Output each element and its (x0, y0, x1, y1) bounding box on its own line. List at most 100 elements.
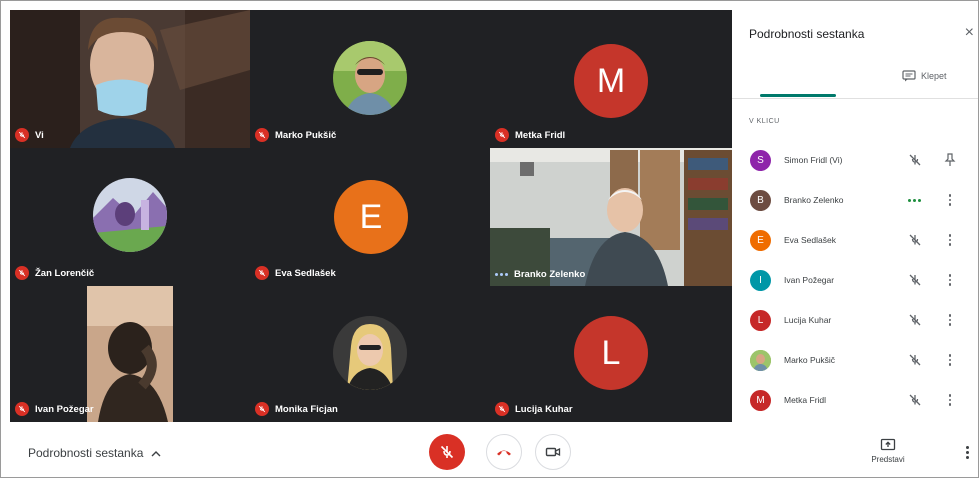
participant-name: Branko Zelenko (784, 195, 844, 205)
mic-off-icon[interactable] (908, 153, 922, 167)
branko-video-feed (490, 148, 732, 286)
participant-list: S Simon Fridl (Vi) B Branko Zelenko E Ev… (732, 140, 978, 420)
present-label: Predstavi (871, 455, 905, 464)
mic-off-icon (440, 445, 454, 459)
tile-label: Eva Sedlašek (255, 266, 336, 280)
camera-icon (545, 447, 561, 457)
participant-row[interactable]: B Branko Zelenko (732, 180, 978, 220)
tile-name: Branko Zelenko (514, 269, 586, 280)
avatar: L (574, 316, 648, 390)
mic-off-icon[interactable] (908, 353, 922, 367)
tile-monika[interactable]: Monika Ficjan (250, 286, 490, 422)
participant-row[interactable]: L Lucija Kuhar (732, 300, 978, 340)
participant-name: Simon Fridl (Vi) (784, 155, 843, 165)
tile-self[interactable]: Vi (10, 10, 250, 148)
avatar: M (574, 44, 648, 118)
more-options-icon[interactable] (946, 232, 954, 248)
participant-name: Eva Sedlašek (784, 235, 836, 245)
leave-call-button[interactable] (486, 434, 522, 470)
meeting-details-label: Podrobnosti sestanka (28, 446, 144, 460)
mic-off-icon (495, 402, 509, 416)
avatar (750, 349, 771, 371)
avatar: I (750, 269, 771, 291)
participant-row[interactable]: E Eva Sedlašek (732, 220, 978, 260)
present-screen-icon (880, 438, 896, 451)
avatar: B (750, 189, 771, 211)
tile-branko[interactable]: Branko Zelenko (490, 148, 732, 286)
tab-chat-label: Klepet (921, 71, 947, 81)
more-options-icon[interactable] (946, 192, 954, 208)
participant-row[interactable]: M Metka Fridl (732, 380, 978, 420)
more-options-icon[interactable] (946, 312, 954, 328)
mic-off-icon (495, 128, 509, 142)
participant-name: Ivan Požegar (784, 275, 835, 285)
speaking-indicator-icon (495, 273, 508, 276)
tile-lucija[interactable]: L Lucija Kuhar (490, 286, 732, 422)
participant-name: Lucija Kuhar (784, 315, 832, 325)
mic-off-icon[interactable] (908, 273, 922, 287)
tile-name: Monika Ficjan (275, 403, 338, 415)
participant-name: Metka Fridl (784, 395, 827, 405)
avatar (93, 178, 167, 252)
tile-metka[interactable]: M Metka Fridl (490, 10, 732, 148)
tile-name: Ivan Požegar (35, 403, 94, 415)
tile-marko[interactable]: Marko Pukšič (250, 10, 490, 148)
pin-icon[interactable] (944, 153, 956, 167)
tile-label: Branko Zelenko (495, 269, 585, 280)
more-options-icon[interactable] (964, 446, 970, 462)
tile-zan[interactable]: Žan Lorenčič (10, 148, 250, 286)
tab-people[interactable] (760, 66, 836, 96)
participant-row[interactable]: S Simon Fridl (Vi) (732, 140, 978, 180)
tile-label: Metka Fridl (495, 128, 565, 142)
mic-toggle-button[interactable] (429, 434, 465, 470)
tile-name: Marko Pukšič (275, 129, 337, 141)
mic-off-icon[interactable] (908, 393, 922, 407)
more-options-icon[interactable] (946, 272, 954, 288)
more-options-icon[interactable] (946, 392, 954, 408)
tile-name: Lucija Kuhar (515, 403, 573, 415)
speaking-indicator-icon (908, 198, 921, 202)
tab-chat[interactable]: Klepet (902, 70, 947, 82)
panel-title: Podrobnosti sestanka (749, 27, 865, 41)
camera-toggle-button[interactable] (535, 434, 571, 470)
tile-label: Žan Lorenčič (15, 266, 94, 280)
participant-row[interactable]: I Ivan Požegar (732, 260, 978, 300)
avatar: S (750, 149, 771, 171)
participant-name: Marko Pukšič (784, 355, 836, 365)
tile-eva[interactable]: E Eva Sedlašek (250, 148, 490, 286)
participant-row[interactable]: Marko Pukšič (732, 340, 978, 380)
hang-up-icon (497, 450, 511, 456)
more-options-icon[interactable] (946, 352, 954, 368)
bottom-toolbar: Podrobnosti sestanka Predstavi (1, 422, 978, 477)
self-video-feed (10, 10, 250, 148)
mic-off-icon (255, 128, 269, 142)
present-button[interactable]: Predstavi (863, 438, 913, 464)
mic-off-icon[interactable] (908, 313, 922, 327)
avatar: E (334, 180, 408, 254)
divider (732, 98, 978, 99)
tile-name: Eva Sedlašek (275, 267, 336, 279)
tile-name: Metka Fridl (515, 129, 566, 141)
tile-label: Marko Pukšič (255, 128, 336, 142)
tile-name: Žan Lorenčič (35, 267, 95, 279)
mic-off-icon (255, 402, 269, 416)
tile-label: Vi (15, 128, 44, 142)
mic-off-icon[interactable] (908, 233, 922, 247)
close-icon[interactable]: × (965, 24, 974, 42)
video-grid: Vi Marko Pukšič M Metka Fridl Žan Lorenč… (10, 10, 732, 422)
tile-label: Monika Ficjan (255, 402, 338, 416)
mic-off-icon (255, 266, 269, 280)
chat-icon (902, 70, 916, 82)
avatar (333, 41, 407, 115)
avatar: M (750, 389, 771, 411)
tile-label: Lucija Kuhar (495, 402, 573, 416)
meeting-details-button[interactable]: Podrobnosti sestanka (28, 446, 161, 460)
meet-window: Vi Marko Pukšič M Metka Fridl Žan Lorenč… (0, 0, 979, 478)
avatar: E (750, 229, 771, 251)
section-label: V KLICU (749, 118, 780, 125)
tile-ivan[interactable]: Ivan Požegar (10, 286, 250, 422)
chevron-up-icon (151, 450, 161, 456)
mic-off-icon (15, 128, 29, 142)
mic-off-icon (15, 266, 29, 280)
avatar (333, 316, 407, 390)
